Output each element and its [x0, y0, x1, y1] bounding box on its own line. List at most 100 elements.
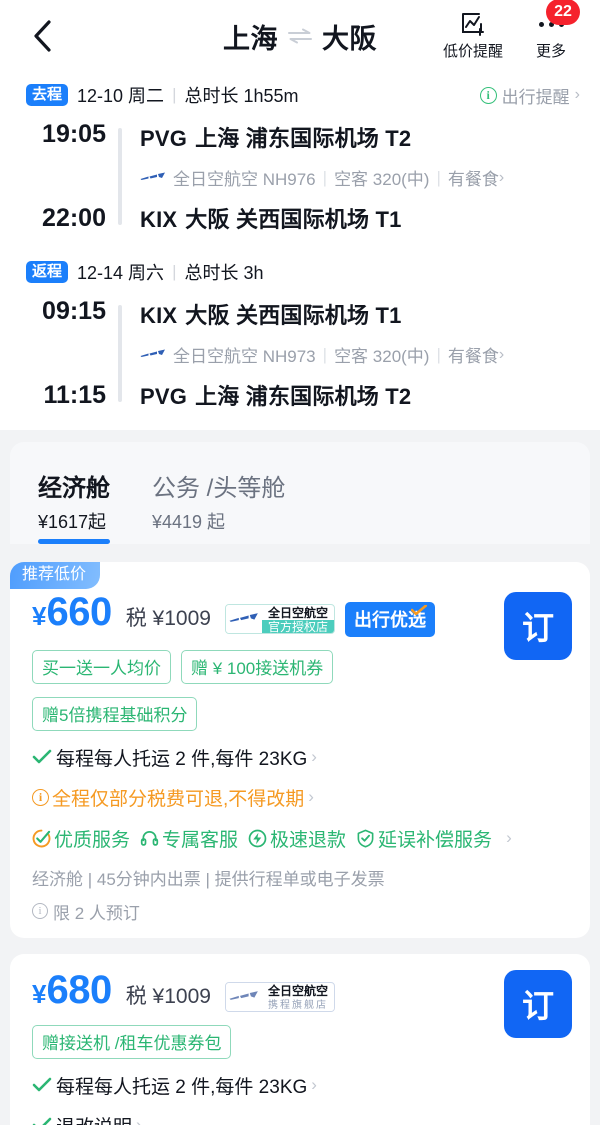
- check-mark-icon: [32, 1077, 52, 1093]
- divider: |: [322, 344, 328, 364]
- swap-arrows-icon: [288, 28, 312, 44]
- fare-card[interactable]: ¥ 680 税 ¥1009 全日空航空 携程旗舰店 赠接送机 /租车优惠券包 订…: [10, 953, 590, 1125]
- fare-card[interactable]: 推荐低价 ¥ 660 税 ¥1009 全日空航空 官方授权店 出行优选 买一送一…: [10, 562, 590, 938]
- origin-city: 上海: [223, 23, 278, 54]
- destination-city: 大阪: [322, 23, 377, 54]
- outbound-airline: 全日空航空 NH976: [173, 170, 316, 189]
- outbound-flight-body: 19:05 22:00 PVG 上海 浦东国际机场 T2 全日空航空 NH976 …: [0, 116, 600, 239]
- divider: |: [436, 344, 441, 364]
- info-circle-icon: i: [479, 86, 497, 104]
- check-mark-icon: [32, 749, 52, 765]
- refund-policy-row[interactable]: i 全程仅部分税费可退,不得改期 ›: [32, 784, 572, 811]
- return-airline: 全日空航空 NH973: [173, 347, 316, 366]
- return-arrive-airport: 上海 浦东国际机场 T2: [195, 384, 412, 409]
- tab-business-first-label: 公务 /头等舱: [152, 475, 286, 502]
- outbound-arrive-airport-row: KIX 大阪 关西国际机场 T1: [140, 197, 580, 239]
- ana-logo-icon: [225, 605, 262, 633]
- outbound-depart-code: PVG: [140, 126, 188, 151]
- outbound-segment-header: 去程 12-10 周二 | 总时长 1h55m i 出行提醒 ›: [0, 72, 600, 116]
- divider: |: [172, 262, 177, 281]
- warning-info-icon: i: [32, 788, 49, 806]
- fare-amount: 680: [46, 967, 112, 1012]
- travel-preferred-badge: 出行优选: [344, 601, 435, 637]
- outbound-meal: 有餐食: [447, 170, 499, 189]
- fare-badges: 全日空航空 官方授权店 出行优选: [224, 601, 435, 637]
- book-button[interactable]: 订: [504, 592, 572, 660]
- notification-badge: 22: [546, 0, 580, 25]
- tab-economy[interactable]: 经济舱 ¥1617起: [38, 468, 110, 544]
- price-row: ¥ 680 税 ¥1009 全日空航空 携程旗舰店: [32, 970, 490, 1012]
- travel-notice-link[interactable]: i 出行提醒 ›: [479, 83, 580, 108]
- divider: |: [436, 167, 441, 187]
- check-mark-icon: [410, 604, 427, 615]
- service-support-label: 专属客服: [162, 829, 239, 851]
- return-arrive-time: 11:15: [43, 381, 106, 409]
- service-support: 专属客服: [140, 825, 238, 852]
- return-arrive-airport-row: PVG 上海 浦东国际机场 T2: [140, 374, 580, 416]
- book-button[interactable]: 订: [504, 969, 572, 1038]
- airline-authorized-badge: 全日空航空 官方授权店: [224, 604, 335, 634]
- tab-economy-price: ¥1617起: [38, 512, 107, 532]
- tab-inactive-underline: [152, 539, 285, 544]
- ana-logo-icon: [225, 982, 262, 1011]
- chevron-right-icon: ›: [506, 828, 512, 847]
- chevron-right-icon: ›: [311, 747, 317, 766]
- return-depart-airport-row: KIX 大阪 关西国际机场 T1: [140, 293, 580, 335]
- service-refund: 极速退款: [248, 825, 346, 852]
- divider: |: [172, 85, 177, 104]
- chevron-left-icon: [34, 20, 51, 52]
- tab-business-first-price: ¥4419 起: [152, 512, 226, 532]
- fare-meta: 经济舱 | 45分钟内出票 | 提供行程单或电子发票: [32, 869, 385, 889]
- return-segment-header: 返程 12-14 周六 | 总时长 3h: [0, 239, 600, 293]
- price-alert-button[interactable]: 低价提醒: [443, 11, 503, 61]
- currency-symbol: ¥: [32, 978, 47, 1009]
- outbound-depart-time: 19:05: [42, 120, 106, 148]
- return-meal: 有餐食: [447, 347, 499, 366]
- services-row[interactable]: 优质服务 专属客服 极速退款 延误补偿服务 ›: [32, 825, 572, 852]
- outbound-duration: 总时长 1h55m: [184, 86, 299, 106]
- cabin-class-tabs: 经济舱 ¥1617起 公务 /头等舱 ¥4419 起: [10, 468, 590, 544]
- shield-check-icon: [357, 829, 374, 847]
- badge-airline-name: 全日空航空: [267, 606, 328, 620]
- return-depart-time: 09:15: [42, 297, 106, 325]
- baggage-row[interactable]: 每程每人托运 2 件,每件 23KG ›: [32, 744, 572, 771]
- recommended-ribbon: 推荐低价: [10, 562, 101, 590]
- info-circle-icon: i: [32, 903, 48, 919]
- return-date: 12-14 周六: [77, 263, 165, 283]
- outbound-date: 12-10 周二: [77, 86, 165, 106]
- promo-tags-row-2: 赠5倍携程基础积分: [32, 696, 490, 731]
- return-carrier-row[interactable]: 全日空航空 NH973 | 空客 320(中) | 有餐食 ›: [140, 335, 580, 374]
- outbound-carrier-row[interactable]: 全日空航空 NH976 | 空客 320(中) | 有餐食 ›: [140, 158, 580, 197]
- airline-flagship-badge: 全日空航空 携程旗舰店: [224, 981, 335, 1012]
- tab-business-first[interactable]: 公务 /头等舱 ¥4419 起: [152, 468, 285, 544]
- price-alert-chart-icon: [461, 11, 486, 37]
- return-legs: KIX 大阪 关西国际机场 T1 全日空航空 NH973 | 空客 320(中) …: [122, 293, 580, 416]
- tab-active-underline: [38, 539, 110, 544]
- return-times: 09:15 11:15: [0, 293, 118, 416]
- service-quality: 优质服务: [32, 825, 130, 852]
- return-arrive-code: PVG: [140, 384, 188, 409]
- refund-info-row[interactable]: 退改说明 ›: [32, 1112, 572, 1125]
- chevron-right-icon: ›: [308, 787, 314, 806]
- check-mark-icon: [32, 1117, 52, 1125]
- baggage-label: 每程每人托运 2 件,每件 23KG: [56, 1076, 308, 1098]
- fast-refund-icon: [248, 829, 267, 847]
- fare-info: ¥ 660 税 ¥1009 全日空航空 官方授权店 出行优选 买一送一人均价 赠…: [32, 592, 490, 731]
- divider: |: [322, 167, 328, 187]
- booking-limit-label: 限 2 人预订: [53, 903, 140, 923]
- service-quality-label: 优质服务: [54, 829, 131, 851]
- return-depart-airport: 大阪 关西国际机场 T1: [185, 303, 402, 328]
- baggage-row[interactable]: 每程每人托运 2 件,每件 23KG ›: [32, 1072, 572, 1099]
- service-refund-label: 极速退款: [270, 829, 347, 851]
- outbound-depart-airport-row: PVG 上海 浦东国际机场 T2: [140, 116, 580, 158]
- app-header: 上海 大阪 低价提醒 更多 22: [0, 0, 600, 72]
- ana-logo-icon: [140, 172, 165, 180]
- return-duration: 总时长 3h: [184, 263, 264, 283]
- fare-tax: 税 ¥1009: [125, 984, 211, 1008]
- quality-check-icon: [32, 829, 51, 847]
- fare-tax: 税 ¥1009: [125, 607, 211, 630]
- promo-tag: 赠 ¥ 100接送机券: [181, 649, 334, 684]
- back-button[interactable]: [20, 13, 66, 59]
- outbound-arrive-time: 22:00: [42, 204, 106, 232]
- outbound-tag: 去程: [26, 84, 69, 106]
